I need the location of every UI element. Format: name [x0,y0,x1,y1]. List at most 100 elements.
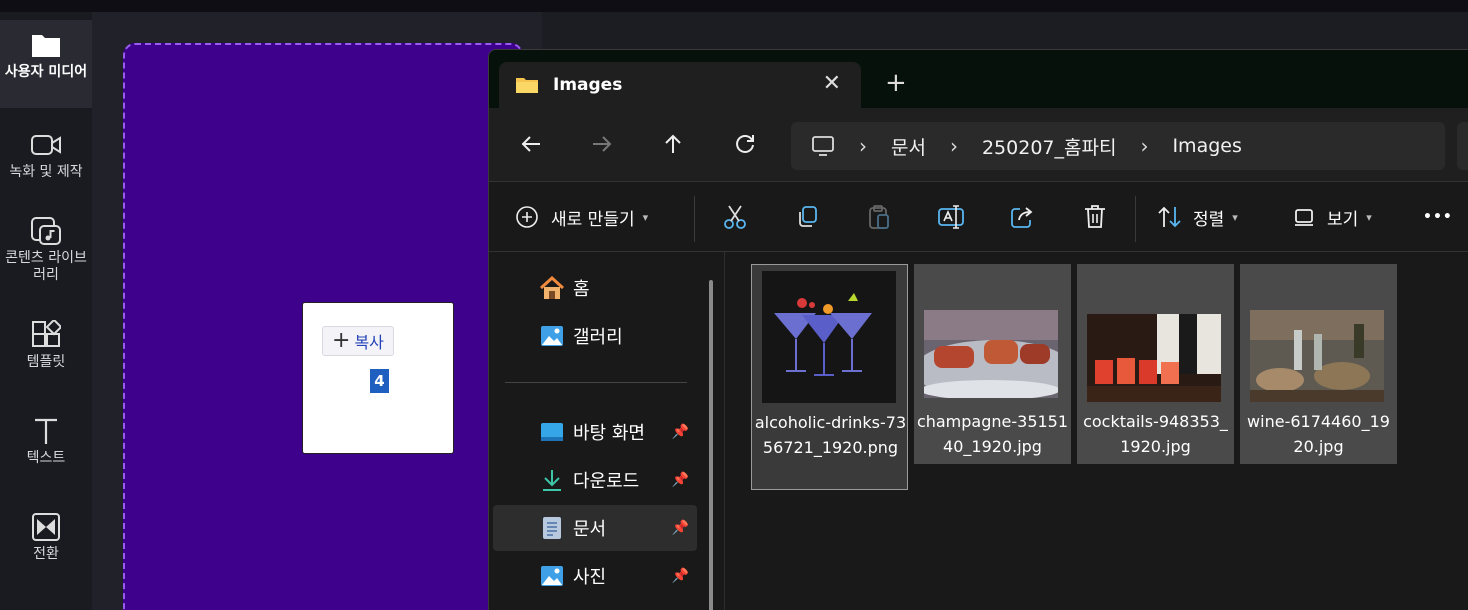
tab-title: Images [553,75,623,95]
divider [694,196,695,242]
view-button-label: 보기 [1327,209,1359,230]
chevron-down-icon: ▾ [642,210,649,224]
template-icon [29,320,63,350]
pin-icon[interactable]: 📌 [672,568,689,584]
address-bar[interactable]: › 문서 › 250207_홈파티 › Images [791,122,1445,170]
file-name: alcoholic-drinks-7356721_1920.png [754,413,907,457]
pin-icon[interactable]: 📌 [672,520,689,536]
nav-item-label: 바탕 화면 [573,423,645,444]
desktop-icon [539,420,565,444]
folder-icon [516,78,538,93]
sidebar-item-label: 콘텐츠 라이브러리 [5,250,87,283]
refresh-icon [736,135,754,153]
copy-button[interactable]: + 복사 [322,326,394,356]
sidebar-item-label: 텍스트 [26,450,66,466]
rename-button[interactable] [937,199,965,235]
image-thumbnail [1250,310,1384,402]
copy-button-label: 복사 [354,333,384,352]
clipboard-icon [869,205,889,229]
search-box[interactable] [1457,122,1468,170]
more-options-button[interactable]: ••• [1423,199,1453,235]
breadcrumb-documents[interactable]: 문서 [891,133,926,160]
nav-item-gallery[interactable]: 갤러리 [493,313,697,359]
pictures-icon [539,564,565,588]
nav-item-pictures[interactable]: 사진 📌 [493,553,697,599]
arrow-left-icon [521,136,540,152]
refresh-button[interactable] [729,128,761,160]
share-icon [1011,207,1033,228]
sidebar-item-templates[interactable]: 템플릿 [0,320,92,390]
sidebar-item-content-library[interactable]: 콘텐츠 라이브러리 [0,216,92,296]
sidebar-item-text[interactable]: 텍스트 [0,416,92,486]
nav-item-downloads[interactable]: 다운로드 📌 [493,457,697,503]
paste-button[interactable] [865,199,893,235]
computer-icon [812,136,834,156]
copy-files-button[interactable] [793,199,821,235]
nav-item-label: 갤러리 [573,327,623,348]
sort-button[interactable]: 정렬 ▾ [1157,199,1238,235]
trash-icon [1085,205,1105,228]
file-item[interactable]: alcoholic-drinks-7356721_1920.png [751,264,908,490]
image-thumbnail [1087,314,1221,402]
view-button[interactable]: 보기 ▾ [1293,199,1372,235]
transition-icon [29,512,63,542]
close-icon[interactable]: ✕ [823,71,841,96]
title-bar: Images ✕ + [489,50,1468,108]
image-thumbnail [924,310,1058,398]
sidebar-item-user-media[interactable]: 사용자 미디어 [0,20,92,108]
sidebar-item-label: 템플릿 [26,354,66,370]
sidebar-item-label: 녹화 및 제작 [9,164,83,180]
gallery-icon [539,324,565,348]
nav-separator [505,382,687,383]
breadcrumb-folder[interactable]: 250207_홈파티 [982,133,1116,160]
nav-item-documents[interactable]: 문서 📌 [493,505,697,551]
file-item[interactable]: champagne-3515140_1920.jpg [914,264,1071,464]
new-tab-button[interactable]: + [885,70,907,96]
pin-icon[interactable]: 📌 [672,472,689,488]
file-item[interactable]: cocktails-948353_1920.jpg [1077,264,1234,464]
document-icon [539,516,565,540]
navigation-bar: › 문서 › 250207_홈파티 › Images [489,108,1468,182]
scissors-icon [724,205,746,229]
arrow-right-icon [593,136,612,152]
image-thumbnail [762,271,896,403]
delete-button[interactable] [1081,199,1109,235]
share-button[interactable] [1009,199,1037,235]
copy-icon [799,206,817,227]
view-icon [1295,209,1313,226]
tab-images[interactable]: Images ✕ [499,62,861,108]
camera-icon [29,130,63,160]
divider [1135,196,1136,242]
pin-icon[interactable]: 📌 [672,424,689,440]
up-button[interactable] [657,128,689,160]
nav-item-label: 사진 [573,567,607,588]
breadcrumb-images[interactable]: Images [1172,135,1241,157]
chevron-down-icon: ▾ [1366,210,1372,224]
sidebar-item-transitions[interactable]: 전환 [0,512,92,582]
file-list: alcoholic-drinks-7356721_1920.png champa [725,252,1468,610]
editor-sidebar: 사용자 미디어 녹화 및 제작 콘텐츠 라이브러리 템플릿 텍스트 전환 [0,12,92,610]
navigation-pane: 홈 갤러리 바탕 화면 📌 다운로드 📌 문서 📌 사진 📌 [489,252,725,610]
nav-scrollbar[interactable] [709,280,713,610]
forward-button[interactable] [586,128,618,160]
file-name: champagne-3515140_1920.jpg [916,412,1069,456]
sidebar-item-label: 사용자 미디어 [4,64,88,80]
media-card[interactable]: + 복사 4 [302,302,454,454]
sidebar-item-label: 전환 [33,546,59,562]
count-badge: 4 [370,369,389,393]
arrow-up-icon [665,134,681,153]
back-button[interactable] [515,128,547,160]
nav-item-home[interactable]: 홈 [493,265,697,311]
new-button[interactable]: 새로 만들기 ▾ [515,199,648,235]
cut-button[interactable] [721,199,749,235]
file-item[interactable]: wine-6174460_1920.jpg [1240,264,1397,464]
top-strip [0,0,1468,12]
chevron-down-icon: ▾ [1232,210,1238,224]
home-icon [539,276,565,300]
screen: 사용자 미디어 녹화 및 제작 콘텐츠 라이브러리 템플릿 텍스트 전환 + 복… [0,0,1468,610]
chevron-right-icon: › [859,134,867,158]
file-explorer-window[interactable]: Images ✕ + › 문서 › 250207_홈파티 › Images 새로… [488,49,1468,610]
plus-icon: + [332,328,351,353]
sidebar-item-record[interactable]: 녹화 및 제작 [0,130,92,200]
nav-item-desktop[interactable]: 바탕 화면 📌 [493,409,697,455]
